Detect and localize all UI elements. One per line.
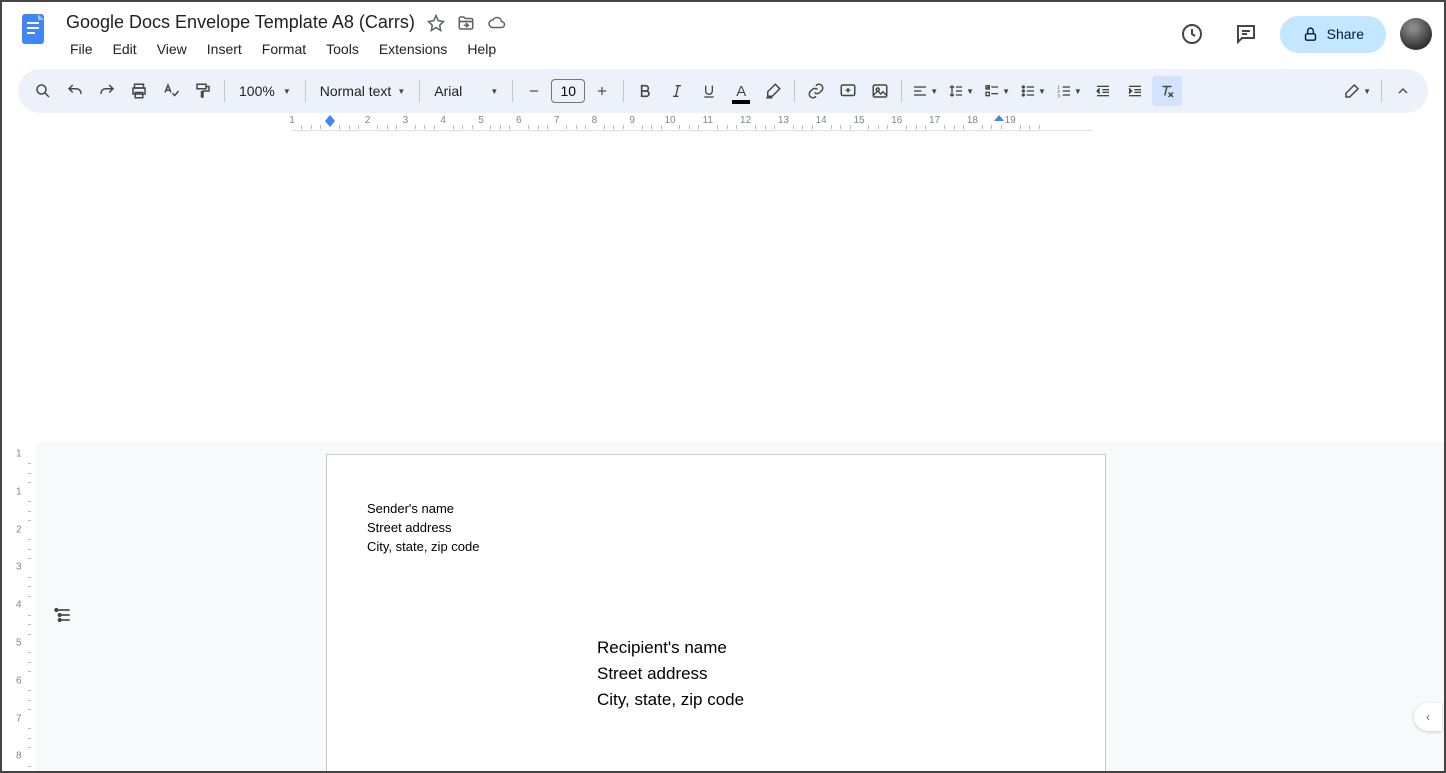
- collapse-toolbar-icon[interactable]: [1388, 76, 1418, 106]
- side-panel-toggle-icon[interactable]: ‹: [1414, 703, 1442, 731]
- numbered-list-dropdown[interactable]: 123▼: [1052, 76, 1086, 106]
- sender-block[interactable]: Sender's name Street address City, state…: [367, 500, 1065, 557]
- sender-name[interactable]: Sender's name: [367, 500, 1065, 519]
- undo-icon[interactable]: [60, 76, 90, 106]
- menu-help[interactable]: Help: [459, 37, 504, 61]
- checklist-dropdown[interactable]: ▼: [980, 76, 1014, 106]
- recipient-block[interactable]: Recipient's name Street address City, st…: [597, 635, 1065, 714]
- font-size-input[interactable]: 10: [551, 79, 585, 103]
- menu-tools[interactable]: Tools: [318, 37, 367, 61]
- bullet-list-dropdown[interactable]: ▼: [1016, 76, 1050, 106]
- styles-dropdown[interactable]: Normal text▼: [312, 76, 414, 106]
- document-page[interactable]: Sender's name Street address City, state…: [326, 454, 1106, 771]
- docs-logo[interactable]: [14, 10, 54, 50]
- vertical-ruler[interactable]: 112345678910111213: [2, 442, 36, 771]
- menu-file[interactable]: File: [62, 37, 101, 61]
- document-title[interactable]: Google Docs Envelope Template A8 (Carrs): [62, 10, 419, 35]
- redo-icon[interactable]: [92, 76, 122, 106]
- insert-link-icon[interactable]: [801, 76, 831, 106]
- increase-font-icon[interactable]: [587, 76, 617, 106]
- sender-city[interactable]: City, state, zip code: [367, 538, 1065, 557]
- toolbar: 100%▼ Normal text▼ Arial▼ 10 A ▼ ▼ ▼ ▼ 1…: [18, 69, 1428, 113]
- move-icon[interactable]: [457, 14, 475, 32]
- highlight-icon[interactable]: [758, 76, 788, 106]
- print-icon[interactable]: [124, 76, 154, 106]
- app-header: Google Docs Envelope Template A8 (Carrs)…: [2, 2, 1444, 61]
- decrease-font-icon[interactable]: [519, 76, 549, 106]
- recipient-name[interactable]: Recipient's name: [597, 635, 1065, 661]
- spellcheck-icon[interactable]: [156, 76, 186, 106]
- recipient-city[interactable]: City, state, zip code: [597, 687, 1065, 713]
- increase-indent-icon[interactable]: [1120, 76, 1150, 106]
- menu-view[interactable]: View: [149, 37, 195, 61]
- underline-icon[interactable]: [694, 76, 724, 106]
- user-avatar[interactable]: [1400, 18, 1432, 50]
- menu-insert[interactable]: Insert: [199, 37, 250, 61]
- document-outline-icon[interactable]: [46, 598, 80, 632]
- svg-text:3: 3: [1057, 94, 1060, 99]
- lock-icon: [1302, 26, 1319, 43]
- decrease-indent-icon[interactable]: [1088, 76, 1118, 106]
- menu-extensions[interactable]: Extensions: [371, 37, 455, 61]
- star-icon[interactable]: [427, 14, 445, 32]
- zoom-dropdown[interactable]: 100%▼: [231, 76, 299, 106]
- align-dropdown[interactable]: ▼: [908, 76, 942, 106]
- paint-format-icon[interactable]: [188, 76, 218, 106]
- last-edit-icon[interactable]: [1172, 14, 1212, 54]
- menu-bar: File Edit View Insert Format Tools Exten…: [62, 37, 1172, 61]
- clear-formatting-icon[interactable]: [1152, 76, 1182, 106]
- horizontal-ruler[interactable]: 112345678910111213141516171819: [292, 113, 1092, 131]
- comments-icon[interactable]: [1226, 14, 1266, 54]
- bold-icon[interactable]: [630, 76, 660, 106]
- add-comment-icon[interactable]: [833, 76, 863, 106]
- editing-mode-dropdown[interactable]: ▼: [1339, 76, 1375, 106]
- italic-icon[interactable]: [662, 76, 692, 106]
- template-title[interactable]: Google Docs Envelope Template A8: [367, 770, 1065, 771]
- share-label: Share: [1327, 26, 1364, 42]
- share-button[interactable]: Share: [1280, 16, 1386, 53]
- recipient-street[interactable]: Street address: [597, 661, 1065, 687]
- font-dropdown[interactable]: Arial▼: [426, 76, 506, 106]
- insert-image-icon[interactable]: [865, 76, 895, 106]
- menu-edit[interactable]: Edit: [105, 37, 145, 61]
- cloud-saved-icon[interactable]: [487, 14, 507, 32]
- search-menus-icon[interactable]: [28, 76, 58, 106]
- menu-format[interactable]: Format: [254, 37, 314, 61]
- line-spacing-dropdown[interactable]: ▼: [944, 76, 978, 106]
- sender-street[interactable]: Street address: [367, 519, 1065, 538]
- text-color-icon[interactable]: A: [726, 76, 756, 106]
